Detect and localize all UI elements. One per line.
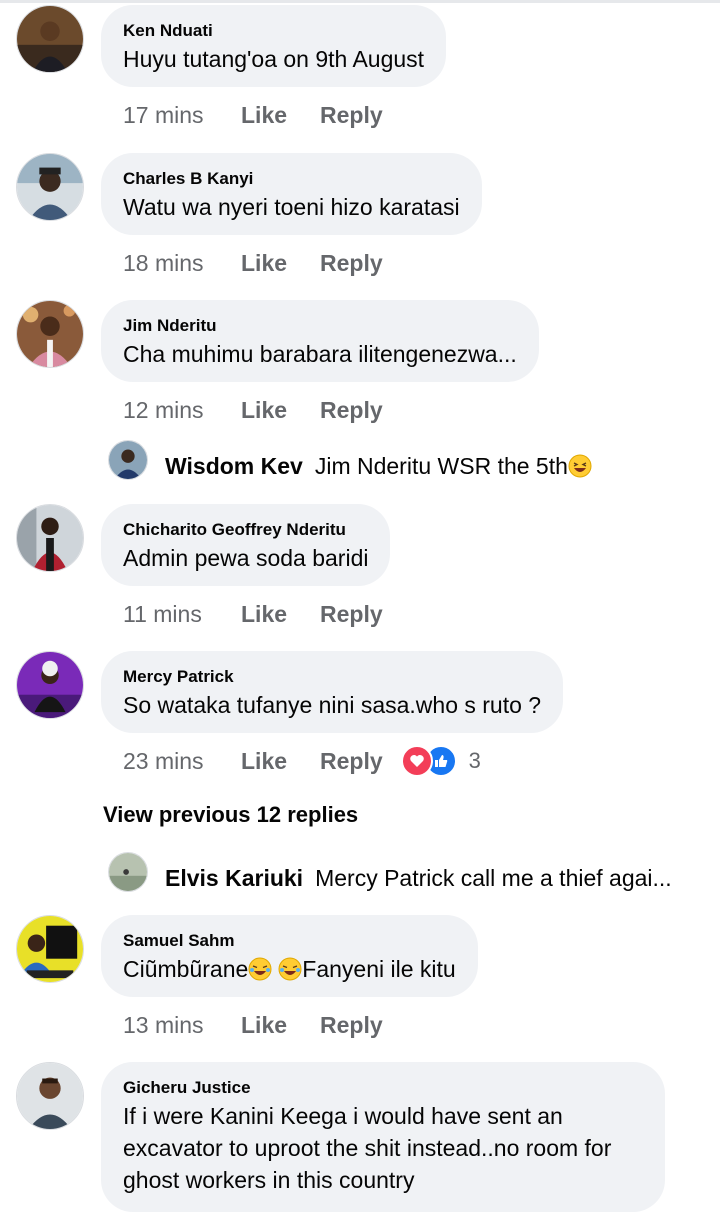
reply-button[interactable]: Reply — [320, 599, 383, 629]
reaction-summary[interactable]: 3 — [400, 745, 481, 777]
reply-preview[interactable]: Wisdom Kev Jim Nderitu WSR the 5th — [165, 446, 690, 486]
comment-actions: 11 mins Like Reply — [123, 599, 383, 629]
top-divider — [0, 0, 720, 3]
comment-actions: 17 mins Like Reply — [123, 100, 383, 130]
comment-text: Cha muhimu barabara ilitengenezwa... — [123, 341, 517, 367]
comment-text-part: Fanyeni ile kitu — [302, 956, 456, 982]
avatar[interactable] — [16, 915, 84, 983]
like-button[interactable]: Like — [241, 395, 320, 425]
comment-time[interactable]: 17 mins — [123, 100, 241, 130]
comment-bubble[interactable]: Samuel Sahm Ciũmbũrane Fanyeni ile kitu — [101, 915, 478, 997]
reaction-count: 3 — [468, 748, 481, 773]
comment-author[interactable]: Ken Nduati — [123, 19, 424, 43]
like-button[interactable]: Like — [241, 1010, 320, 1040]
love-reaction-icon — [400, 745, 433, 777]
reply-preview[interactable]: Elvis Kariuki Mercy Patrick call me a thi… — [165, 858, 690, 898]
laughing-emoji-icon — [248, 957, 272, 981]
comment-author[interactable]: Jim Nderitu — [123, 314, 517, 338]
like-button[interactable]: Like — [241, 100, 320, 130]
like-button[interactable]: Like — [241, 746, 320, 776]
comment-bubble[interactable]: Charles B Kanyi Watu wa nyeri toeni hizo… — [101, 153, 482, 235]
comment-text: Ciũmbũrane Fanyeni ile kitu — [123, 953, 456, 985]
comment-bubble[interactable]: Mercy Patrick So wataka tufanye nini sas… — [101, 651, 564, 733]
like-button[interactable]: Like — [241, 599, 320, 629]
comment-time[interactable]: 18 mins — [123, 248, 241, 278]
comment-author[interactable]: Mercy Patrick — [123, 665, 541, 689]
avatar[interactable] — [16, 1062, 84, 1130]
reply-author[interactable]: Elvis Kariuki — [165, 865, 303, 891]
avatar[interactable] — [16, 300, 84, 368]
comment-actions: 13 mins Like Reply — [123, 1010, 383, 1040]
comment-actions: 18 mins Like Reply — [123, 248, 383, 278]
like-button[interactable]: Like — [241, 248, 320, 278]
comment-text: So wataka tufanye nini sasa.who s ruto ? — [123, 692, 542, 718]
comment-time[interactable]: 12 mins — [123, 395, 241, 425]
comment-actions: 23 mins Like Reply 3 — [123, 745, 481, 777]
comment-text: Huyu tutang'oa on 9th August — [123, 46, 425, 72]
comment-text: If i were Kanini Keega i would have sent… — [123, 1103, 612, 1193]
avatar[interactable] — [16, 651, 84, 719]
comment-text: Admin pewa soda baridi — [123, 545, 369, 571]
reply-text: Jim Nderitu WSR the 5th — [314, 453, 568, 479]
comment-time[interactable]: 13 mins — [123, 1010, 241, 1040]
avatar[interactable] — [16, 5, 84, 73]
comment-text-part: Ciũmbũrane — [123, 956, 249, 982]
laughing-emoji-icon — [568, 454, 592, 478]
comment-bubble[interactable]: Ken Nduati Huyu tutang'oa on 9th August — [101, 5, 447, 87]
view-previous-replies-link[interactable]: View previous 12 replies — [103, 800, 358, 830]
reply-author[interactable]: Wisdom Kev — [165, 453, 303, 479]
comment-bubble[interactable]: Chicharito Geoffrey Nderitu Admin pewa s… — [101, 504, 391, 586]
avatar[interactable] — [108, 852, 148, 892]
reply-button[interactable]: Reply — [320, 100, 383, 130]
comment-author[interactable]: Gicheru Justice — [123, 1076, 643, 1100]
reply-button[interactable]: Reply — [320, 248, 383, 278]
comment-time[interactable]: 23 mins — [123, 746, 241, 776]
comment-author[interactable]: Chicharito Geoffrey Nderitu — [123, 518, 368, 542]
comment-time[interactable]: 11 mins — [123, 599, 241, 629]
comment-bubble[interactable]: Jim Nderitu Cha muhimu barabara ilitenge… — [101, 300, 539, 382]
comment-author[interactable]: Charles B Kanyi — [123, 167, 460, 191]
laughing-emoji-icon — [278, 957, 302, 981]
avatar[interactable] — [108, 440, 148, 480]
reply-button[interactable]: Reply — [320, 1010, 383, 1040]
comment-bubble[interactable]: Gicheru Justice If i were Kanini Keega i… — [101, 1062, 665, 1212]
comment-actions: 12 mins Like Reply — [123, 395, 383, 425]
comment-author[interactable]: Samuel Sahm — [123, 929, 456, 953]
reply-text: Mercy Patrick call me a thief agai... — [315, 865, 672, 891]
avatar[interactable] — [16, 504, 84, 572]
avatar[interactable] — [16, 153, 84, 221]
reply-button[interactable]: Reply — [320, 395, 383, 425]
comment-text: Watu wa nyeri toeni hizo karatasi — [123, 194, 460, 220]
reply-button[interactable]: Reply — [320, 746, 383, 776]
